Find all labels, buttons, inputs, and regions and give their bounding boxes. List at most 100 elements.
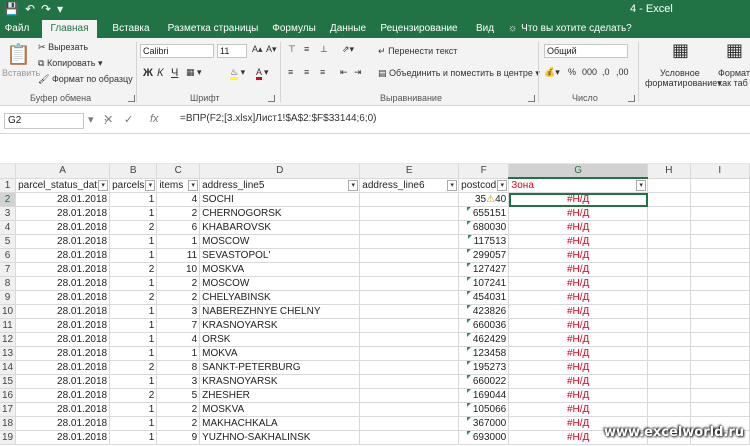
font-size-select[interactable]: 11 [217,44,247,58]
indent-decrease-icon[interactable]: ⇤ [340,67,348,78]
address6-cell[interactable] [359,234,460,249]
conditional-format-button[interactable]: Условное [660,68,700,78]
row-header[interactable]: 5 [0,234,17,249]
redo-icon[interactable]: ↷ [41,2,51,16]
items-cell[interactable]: 3 [156,374,201,389]
column-header-c[interactable]: C [156,164,201,179]
font-name-select[interactable]: Calibri [140,44,214,58]
address6-cell[interactable] [359,388,460,403]
header-cell-items[interactable]: items ▾ [156,178,201,193]
address6-cell[interactable] [359,332,460,347]
address-cell[interactable]: MOSKVA [199,402,361,417]
filter-dropdown-icon[interactable]: ▾ [188,179,199,191]
filter-dropdown-icon[interactable]: ▾ [497,179,508,191]
address6-cell[interactable] [359,374,460,389]
column-header-i[interactable]: I [690,164,750,179]
alignment-launcher-icon[interactable] [528,95,535,102]
column-header-b[interactable]: B [109,164,158,179]
cell[interactable] [690,318,750,333]
column-header-e[interactable]: E [359,164,460,179]
align-bottom-icon[interactable]: ⊥ [320,44,328,55]
cell[interactable] [647,332,691,347]
postcode-cell[interactable]: 107241 [458,276,510,291]
address6-cell[interactable] [359,248,460,263]
postcode-cell[interactable]: 117513 [458,234,510,249]
items-cell[interactable]: 11 [156,248,201,263]
cancel-icon[interactable]: ✕ [104,113,113,126]
address-cell[interactable]: ORSK [199,332,361,347]
address6-cell[interactable] [359,220,460,235]
zone-cell[interactable]: #Н/Д [508,248,649,263]
row-header[interactable]: 1 [0,178,17,193]
zone-cell[interactable]: #Н/Д [508,374,649,389]
address-cell[interactable]: KRASNOYARSK [199,374,361,389]
address6-cell[interactable] [359,416,460,431]
header-cell-address6[interactable]: address_line6 ▾ [359,178,460,193]
address-cell[interactable]: MOSKVA [199,262,361,277]
formula-input[interactable]: =ВПР(F2;[3.xlsx]Лист1!$A$2:$F$33144;6;0) [180,113,377,124]
parcels-cell[interactable]: 2 [109,220,158,235]
postcode-cell[interactable]: 299057 [458,248,510,263]
cut-button[interactable]: ✂ Вырезать [38,42,88,53]
cell[interactable] [690,248,750,263]
decrease-decimal-icon[interactable]: ,00 [616,67,629,77]
items-cell[interactable]: 8 [156,360,201,375]
align-middle-icon[interactable]: ≡ [304,44,309,54]
date-cell[interactable]: 28.01.2018 [15,248,111,263]
date-cell[interactable]: 28.01.2018 [15,318,111,333]
filter-dropdown-icon[interactable]: ▾ [348,179,359,191]
copy-button[interactable]: ⧉ Копировать ▾ [38,58,102,69]
address-cell[interactable]: CHERNOGORSK [199,206,361,221]
address6-cell[interactable] [359,346,460,361]
date-cell[interactable]: 28.01.2018 [15,290,111,305]
paste-icon[interactable]: 📋 [6,42,31,67]
row-header[interactable]: 4 [0,220,17,235]
cell[interactable] [647,360,691,375]
filter-dropdown-icon[interactable]: ▾ [145,179,156,191]
parcels-cell[interactable]: 1 [109,374,158,389]
cell[interactable] [690,192,750,207]
parcels-cell[interactable]: 2 [109,388,158,403]
zone-cell[interactable]: #Н/Д [508,360,649,375]
date-cell[interactable]: 28.01.2018 [15,416,111,431]
date-cell[interactable]: 28.01.2018 [15,402,111,417]
items-cell[interactable]: 6 [156,220,201,235]
date-cell[interactable]: 28.01.2018 [15,346,111,361]
increase-font-icon[interactable]: A▴ [252,44,263,55]
row-header[interactable]: 7 [0,262,17,277]
row-header[interactable]: 8 [0,276,17,291]
tab-page-layout[interactable]: Разметка страницы [163,20,263,38]
address-cell[interactable]: MAKHACHKALA [199,416,361,431]
bold-button[interactable]: Ж [143,67,153,79]
header-cell-date[interactable]: parcel_status_dat ▾ [15,178,111,193]
font-launcher-icon[interactable] [268,95,275,102]
date-cell[interactable]: 28.01.2018 [15,360,111,375]
parcels-cell[interactable]: 1 [109,318,158,333]
address-cell[interactable]: SOCHI [199,192,361,207]
confirm-icon[interactable]: ✓ [124,113,133,126]
postcode-cell[interactable]: 367000 [458,416,510,431]
row-header[interactable]: 14 [0,360,17,375]
parcels-cell[interactable]: 1 [109,332,158,347]
postcode-cell[interactable]: 123458 [458,346,510,361]
filter-dropdown-icon[interactable]: ▾ [98,179,109,191]
percent-icon[interactable]: % [568,67,576,77]
address6-cell[interactable] [359,360,460,375]
date-cell[interactable]: 28.01.2018 [15,388,111,403]
postcode-cell[interactable]: 105066 [458,402,510,417]
items-cell[interactable]: 4 [156,332,201,347]
cell[interactable] [690,290,750,305]
address6-cell[interactable] [359,262,460,277]
format-painter-button[interactable]: 🖌 Формат по образцу [38,74,133,85]
address6-cell[interactable] [359,402,460,417]
paste-button[interactable]: Вставить [2,68,40,78]
thousands-icon[interactable]: 000 [582,67,597,77]
cell[interactable] [647,262,691,277]
column-header-h[interactable]: H [647,164,691,179]
filter-dropdown-icon[interactable]: ▾ [447,179,458,191]
cell[interactable] [647,318,691,333]
parcels-cell[interactable]: 1 [109,346,158,361]
date-cell[interactable]: 28.01.2018 [15,276,111,291]
parcels-cell[interactable]: 1 [109,276,158,291]
cell[interactable] [690,220,750,235]
